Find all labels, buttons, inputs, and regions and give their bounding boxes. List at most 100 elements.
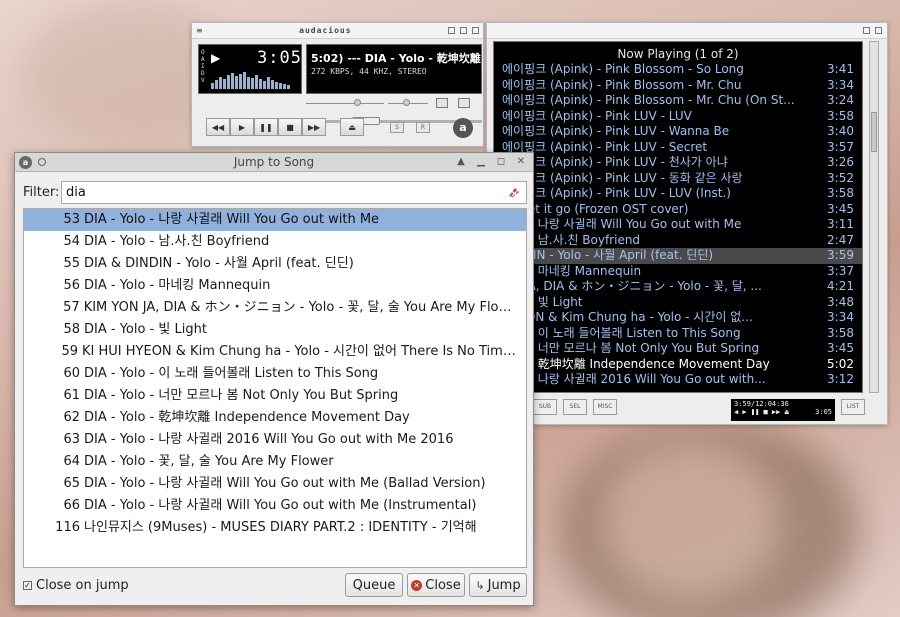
filter-row: Filter: <box>23 180 527 204</box>
playlist[interactable]: Now Playing (1 of 2) 에이핑크 (Apink) - Pink… <box>493 41 863 393</box>
visualizer-bar <box>219 77 222 89</box>
result-row[interactable]: 116 나인뮤지스 (9Muses) - MUSES DIARY PART.2 :… <box>24 517 526 539</box>
time-lcd[interactable]: OAIDV ▶ 3:05 <box>198 44 302 94</box>
minimize-icon[interactable] <box>448 27 455 34</box>
playlist-row[interactable]: 에이핑크 (Apink) - Pink LUV - Secret 3:57 <box>494 140 862 156</box>
playlist-row[interactable]: 에이핑크 (Apink) - Pink Blossom - Mr. Chu 3:3… <box>494 78 862 94</box>
elapsed-time[interactable]: 3:05 <box>257 48 302 68</box>
playlist-row[interactable]: Yolo - 나랑 사귈래 2016 Will You Go out with.… <box>494 372 862 388</box>
close-button[interactable]: ✕ Close <box>407 573 465 597</box>
playlist-row[interactable]: 에이핑크 (Apink) - Pink Blossom - Mr. Chu (O… <box>494 93 862 109</box>
shade-icon[interactable] <box>460 27 467 34</box>
visualizer-bar <box>239 74 242 89</box>
playlist-row[interactable]: HYEON & Kim Chung ha - Yolo - 시간이 없... 3:… <box>494 310 862 326</box>
track-duration: 3:41 <box>827 62 854 76</box>
result-row[interactable]: 63 DIA - Yolo - 나랑 사귈래 2016 Will You Go o… <box>24 429 526 451</box>
sub-button[interactable]: SUB <box>533 399 557 415</box>
playlist-row[interactable]: e - Let it go (Frozen OST cover) 3:45 <box>494 202 862 218</box>
result-title: KIM YON JA, DIA & ホン・ジニョン - Yolo - 꽃, 달,… <box>83 300 523 315</box>
visualizer-bar <box>247 77 250 89</box>
playlist-row[interactable]: Yolo - 너만 모르나 봄 Not Only You But Spring 3… <box>494 341 862 357</box>
playlist-row[interactable]: Yolo - 나랑 사귈래 Will You Go out with Me 3:1… <box>494 217 862 233</box>
player-titlebar[interactable]: ≡ audacious <box>192 23 483 39</box>
jump-to-song-dialog: a Jump to Song ▲ ▁ ◻ ✕ Filter: 53 DIA - Y… <box>14 152 534 606</box>
song-results-list[interactable]: 53 DIA - Yolo - 나랑 사귈래 Will You Go out wi… <box>23 208 527 568</box>
checkbox-icon[interactable]: ✓ <box>23 581 32 590</box>
result-number: 60 <box>63 366 80 381</box>
queue-button[interactable]: Queue <box>345 573 403 597</box>
visualizer[interactable] <box>211 69 290 89</box>
close-on-jump-checkbox[interactable]: ✓ Close on jump <box>23 578 129 593</box>
result-row[interactable]: 53 DIA - Yolo - 나랑 사귈래 Will You Go out wi… <box>24 209 526 231</box>
eject-button[interactable]: ⏏ <box>340 118 364 136</box>
playlist-row[interactable]: Yolo - 乾坤坎離 Independence Movement Day 5:0… <box>494 357 862 373</box>
playlist-row[interactable]: 에이핑크 (Apink) - Pink Blossom - So Long 3:4… <box>494 62 862 78</box>
next-button[interactable]: ▶▶ <box>302 118 326 136</box>
result-row[interactable]: 64 DIA - Yolo - 꽃, 달, 술 You Are My Flower <box>24 451 526 473</box>
volume-knob[interactable] <box>354 99 361 106</box>
keep-above-icon[interactable]: ▲ <box>453 154 469 170</box>
track-duration: 3:34 <box>827 310 854 324</box>
close-icon[interactable] <box>875 27 882 34</box>
sel-button[interactable]: SEL <box>563 399 587 415</box>
stop-button[interactable]: ■ <box>278 118 302 136</box>
track-duration: 4:21 <box>827 279 854 293</box>
playlist-row[interactable]: ON JA, DIA & ホン・ジニョン - Yolo - 꽃, 달, ... 4… <box>494 279 862 295</box>
result-row[interactable]: 57 KIM YON JA, DIA & ホン・ジニョン - Yolo - 꽃, … <box>24 297 526 319</box>
track-duration: 3:40 <box>827 124 854 138</box>
result-row[interactable]: 66 DIA - Yolo - 나랑 사귈래 Will You Go out wi… <box>24 495 526 517</box>
volume-slider[interactable] <box>306 103 384 104</box>
visualizer-bar <box>243 72 246 89</box>
result-number: 53 <box>63 212 80 227</box>
playlist-row[interactable]: Yolo - 남.사.친 Boyfriend 2:47 <box>494 233 862 249</box>
playlist-row[interactable]: 에이핑크 (Apink) - Pink LUV - LUV 3:58 <box>494 109 862 125</box>
shade-icon[interactable] <box>863 27 870 34</box>
equalizer-button[interactable] <box>436 98 448 108</box>
playlist-row[interactable]: 에이핑크 (Apink) - Pink LUV - LUV (Inst.) 3:5… <box>494 186 862 202</box>
minimize-icon[interactable]: ▁ <box>473 154 489 170</box>
playlist-button[interactable] <box>458 98 470 108</box>
close-icon[interactable] <box>472 27 479 34</box>
visualizer-bar <box>263 81 266 89</box>
shuffle-toggle[interactable]: S <box>390 122 404 133</box>
jump-titlebar[interactable]: a Jump to Song ▲ ▁ ◻ ✕ <box>15 153 533 172</box>
close-icon[interactable]: ✕ <box>513 154 529 170</box>
maximize-icon[interactable]: ◻ <box>493 154 509 170</box>
previous-button[interactable]: ◀◀ <box>206 118 230 136</box>
song-title-marquee[interactable]: 5:02) --- DIA - Yolo - 乾坤坎離 Independence… <box>311 50 481 66</box>
playlist-row[interactable]: 에이핑크 (Apink) - Pink LUV - 동화 같은 사랑 3:52 <box>494 171 862 187</box>
list-button[interactable]: LIST <box>841 399 865 415</box>
playlist-row[interactable]: Yolo - 마네킹 Mannequin 3:37 <box>494 264 862 280</box>
result-row[interactable]: 58 DIA - Yolo - 빛 Light <box>24 319 526 341</box>
menu-icon[interactable]: ≡ <box>196 26 203 35</box>
clear-filter-icon[interactable] <box>507 185 521 199</box>
playlist-row[interactable]: Yolo - 빛 Light 3:48 <box>494 295 862 311</box>
track-duration: 3:52 <box>827 170 854 185</box>
misc-button[interactable]: MISC <box>593 399 617 415</box>
mini-controls[interactable]: ◀ ▶ ❚❚ ■ ▶▶ ⏏ <box>734 408 789 416</box>
result-row[interactable]: 55 DIA & DINDIN - Yolo - 사월 April (feat. … <box>24 253 526 275</box>
result-row[interactable]: 54 DIA - Yolo - 남.사.친 Boyfriend <box>24 231 526 253</box>
filter-input[interactable] <box>61 180 527 204</box>
play-button[interactable]: ▶ <box>230 118 254 136</box>
track-title: 에이핑크 (Apink) - Pink Blossom - Mr. Chu <box>502 77 742 92</box>
result-row[interactable]: 65 DIA - Yolo - 나랑 사귈래 Will You Go out wi… <box>24 473 526 495</box>
result-row[interactable]: 61 DIA - Yolo - 너만 모르나 봄 Not Only You But… <box>24 385 526 407</box>
result-row[interactable]: 59 KI HUI HYEON & Kim Chung ha - Yolo - 시… <box>24 341 526 363</box>
playlist-titlebar[interactable] <box>487 23 887 39</box>
playlist-row[interactable]: 에이핑크 (Apink) - Pink LUV - Wanna Be 3:40 <box>494 124 862 140</box>
result-row[interactable]: 60 DIA - Yolo - 이 노래 들어볼래 Listen to This … <box>24 363 526 385</box>
playlist-row[interactable]: 에이핑크 (Apink) - Pink LUV - 천사가 아냐 3:26 <box>494 155 862 171</box>
playlist-row[interactable]: DINDIN - Yolo - 사월 April (feat. 딘딘) 3:59 <box>494 248 862 264</box>
scrollbar-thumb[interactable] <box>871 112 877 152</box>
result-row[interactable]: 56 DIA - Yolo - 마네킹 Mannequin <box>24 275 526 297</box>
playlist-row[interactable]: Yolo - 이 노래 들어볼래 Listen to This Song 3:58 <box>494 326 862 342</box>
result-row[interactable]: 62 DIA - Yolo - 乾坤坎離 Independence Movemen… <box>24 407 526 429</box>
repeat-toggle[interactable]: R <box>416 122 430 133</box>
playlist-scrollbar[interactable] <box>869 41 879 393</box>
audacious-menu-button[interactable]: a <box>453 118 473 138</box>
pause-button[interactable]: ❚❚ <box>254 118 278 136</box>
jump-button[interactable]: ↳ Jump <box>469 573 527 597</box>
app-logo: audacious <box>299 26 352 35</box>
balance-knob[interactable] <box>403 99 410 106</box>
